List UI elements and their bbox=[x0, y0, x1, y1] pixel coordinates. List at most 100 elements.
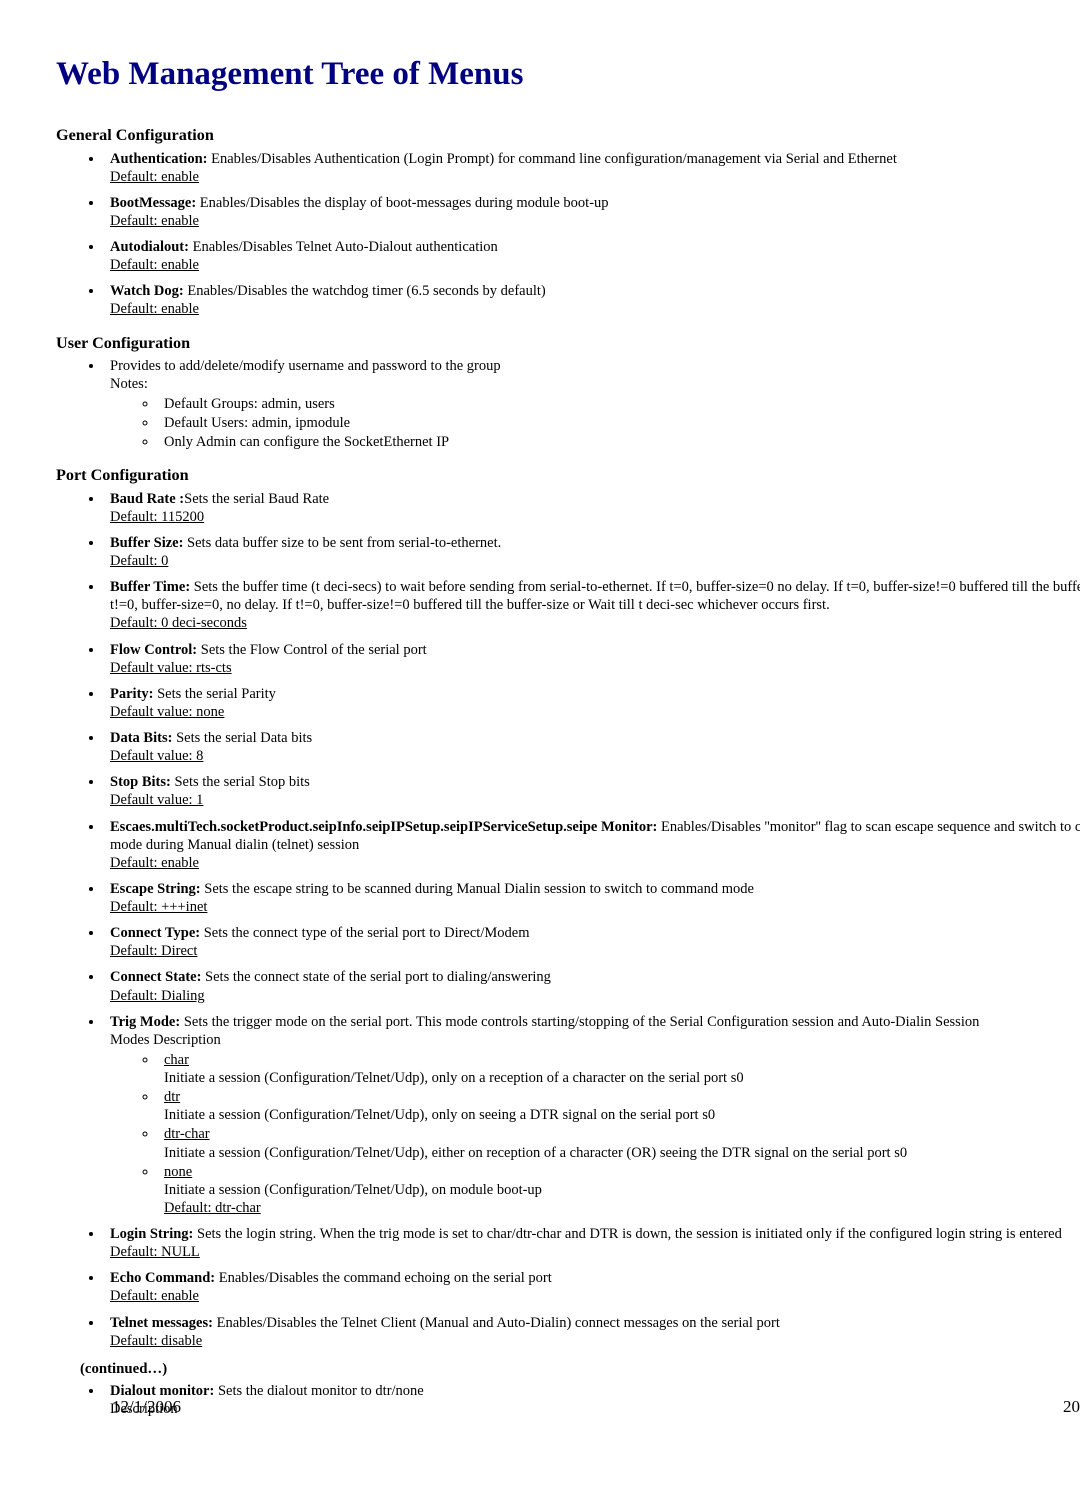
list-item: Autodialout: Enables/Disables Telnet Aut… bbox=[104, 238, 1080, 274]
section-heading-general: General Configuration bbox=[56, 125, 1080, 145]
mode-desc: Initiate a session (Configuration/Telnet… bbox=[164, 1107, 715, 1123]
list-item: Data Bits: Sets the serial Data bits Defa… bbox=[104, 729, 1080, 765]
list-item: Buffer Time: Sets the buffer time (t dec… bbox=[104, 578, 1080, 632]
item-desc: Sets the trigger mode on the serial port… bbox=[180, 1014, 979, 1030]
trig-mode: dtr Initiate a session (Configuration/Tel… bbox=[158, 1088, 1080, 1124]
item-desc: Sets the serial Stop bits bbox=[171, 774, 310, 790]
item-label: Stop Bits: bbox=[110, 774, 171, 790]
item-default: Default: 0 bbox=[110, 553, 168, 569]
mode-desc: Initiate a session (Configuration/Telnet… bbox=[164, 1145, 907, 1161]
item-default: Default: NULL bbox=[110, 1244, 200, 1260]
item-default: Default: enable bbox=[110, 213, 199, 229]
item-label: Trig Mode: bbox=[110, 1014, 180, 1030]
notes-list: Default Groups: admin, users Default Use… bbox=[110, 395, 1080, 451]
trig-mode: char Initiate a session (Configuration/Te… bbox=[158, 1051, 1080, 1087]
list-item: Flow Control: Sets the Flow Control of t… bbox=[104, 641, 1080, 677]
item-default: Default: Dialing bbox=[110, 988, 205, 1004]
item-label: Login String: bbox=[110, 1226, 193, 1242]
item-default: Default: 0 deci-seconds bbox=[110, 615, 247, 631]
mode-name: char bbox=[164, 1052, 189, 1068]
list-item: Authentication: Enables/Disables Authent… bbox=[104, 150, 1080, 186]
item-default: Default: disable bbox=[110, 1333, 202, 1349]
mode-default: Default: dtr-char bbox=[164, 1200, 261, 1216]
item-label: Autodialout: bbox=[110, 239, 189, 255]
item-default: Default: enable bbox=[110, 169, 199, 185]
list-item-trig: Trig Mode: Sets the trigger mode on the … bbox=[104, 1013, 1080, 1217]
general-list: Authentication: Enables/Disables Authent… bbox=[56, 150, 1080, 319]
mode-name: dtr-char bbox=[164, 1126, 210, 1142]
item-label: Flow Control: bbox=[110, 642, 197, 658]
notes-label: Notes: bbox=[110, 376, 148, 392]
item-label: Data Bits: bbox=[110, 730, 172, 746]
item-desc: Enables/Disables the command echoing on … bbox=[215, 1270, 552, 1286]
mode-desc: Initiate a session (Configuration/Telnet… bbox=[164, 1182, 542, 1198]
list-item: BootMessage: Enables/Disables the displa… bbox=[104, 194, 1080, 230]
item-desc: Sets the connect type of the serial port… bbox=[200, 925, 529, 941]
list-item: Connect Type: Sets the connect type of t… bbox=[104, 924, 1080, 960]
continued-marker: (continued…) bbox=[80, 1360, 1080, 1378]
list-item: Connect State: Sets the connect state of… bbox=[104, 968, 1080, 1004]
list-item: Escaes.multiTech.socketProduct.seipInfo.… bbox=[104, 818, 1080, 872]
list-item: Watch Dog: Enables/Disables the watchdog… bbox=[104, 282, 1080, 318]
list-item: Echo Command: Enables/Disables the comma… bbox=[104, 1269, 1080, 1305]
item-label: Baud Rate : bbox=[110, 491, 184, 507]
footer-date: 12/1/2006 bbox=[112, 1396, 181, 1417]
list-item: Parity: Sets the serial Parity Default va… bbox=[104, 685, 1080, 721]
item-desc: Sets the escape string to be scanned dur… bbox=[201, 881, 754, 897]
port-list: Baud Rate :Sets the serial Baud Rate Defa… bbox=[56, 490, 1080, 1350]
item-label: Buffer Time: bbox=[110, 579, 190, 595]
item-default: Default: 115200 bbox=[110, 509, 204, 525]
item-desc: Enables/Disables the Telnet Client (Manu… bbox=[213, 1315, 780, 1331]
list-item: Provides to add/delete/modify username a… bbox=[104, 357, 1080, 452]
trig-sub: Modes Description bbox=[110, 1032, 221, 1048]
item-default: Default: enable bbox=[110, 257, 199, 273]
item-default: Default value: none bbox=[110, 704, 224, 720]
list-item: Baud Rate :Sets the serial Baud Rate Defa… bbox=[104, 490, 1080, 526]
item-desc: Sets the login string. When the trig mod… bbox=[193, 1226, 1061, 1242]
item-desc: Enables/Disables the display of boot-mes… bbox=[196, 195, 608, 211]
item-label: Telnet messages: bbox=[110, 1315, 213, 1331]
trig-mode: none Initiate a session (Configuration/Te… bbox=[158, 1163, 1080, 1217]
mode-desc: Initiate a session (Configuration/Telnet… bbox=[164, 1070, 744, 1086]
item-default: Default: Direct bbox=[110, 943, 197, 959]
item-label: Watch Dog: bbox=[110, 283, 184, 299]
trig-modes-list: char Initiate a session (Configuration/Te… bbox=[110, 1051, 1080, 1217]
item-default: Default value: 1 bbox=[110, 792, 203, 808]
item-label: Connect Type: bbox=[110, 925, 200, 941]
note-item: Only Admin can configure the SocketEther… bbox=[158, 433, 1080, 451]
item-label: Parity: bbox=[110, 686, 153, 702]
item-desc: Enables/Disables Authentication (Login P… bbox=[207, 151, 896, 167]
item-label: Connect State: bbox=[110, 969, 201, 985]
trig-mode: dtr-char Initiate a session (Configuratio… bbox=[158, 1125, 1080, 1161]
item-label: Escaes.multiTech.socketProduct.seipInfo.… bbox=[110, 819, 657, 835]
item-label: Authentication: bbox=[110, 151, 207, 167]
list-item: Telnet messages: Enables/Disables the Te… bbox=[104, 1314, 1080, 1350]
note-item: Default Users: admin, ipmodule bbox=[158, 414, 1080, 432]
page-footer: 12/1/2006 20 bbox=[112, 1396, 1080, 1417]
item-desc: Sets the buffer time (t deci-secs) to wa… bbox=[110, 579, 1080, 613]
item-desc: Sets data buffer size to be sent from se… bbox=[183, 535, 501, 551]
item-default: Default: enable bbox=[110, 855, 199, 871]
item-desc: Enables/Disables the watchdog timer (6.5… bbox=[184, 283, 546, 299]
item-label: Echo Command: bbox=[110, 1270, 215, 1286]
item-default: Default: +++inet bbox=[110, 899, 207, 915]
item-desc: Sets the serial Baud Rate bbox=[184, 491, 329, 507]
item-default: Default: enable bbox=[110, 1288, 199, 1304]
item-default: Default: enable bbox=[110, 301, 199, 317]
item-desc: Sets the serial Data bits bbox=[172, 730, 312, 746]
page-title: Web Management Tree of Menus bbox=[56, 54, 1080, 95]
item-desc: Sets the serial Parity bbox=[153, 686, 275, 702]
footer-page: 20 bbox=[1063, 1396, 1080, 1417]
mode-name: dtr bbox=[164, 1089, 180, 1105]
list-item: Stop Bits: Sets the serial Stop bits Defa… bbox=[104, 773, 1080, 809]
user-list: Provides to add/delete/modify username a… bbox=[56, 357, 1080, 452]
list-item: Escape String: Sets the escape string to… bbox=[104, 880, 1080, 916]
list-item: Buffer Size: Sets data buffer size to be… bbox=[104, 534, 1080, 570]
mode-name: none bbox=[164, 1164, 192, 1180]
section-heading-user: User Configuration bbox=[56, 333, 1080, 353]
section-heading-port: Port Configuration bbox=[56, 465, 1080, 485]
item-default: Default value: rts-cts bbox=[110, 660, 232, 676]
item-default: Default value: 8 bbox=[110, 748, 203, 764]
item-label: Buffer Size: bbox=[110, 535, 183, 551]
item-label: Escape String: bbox=[110, 881, 201, 897]
